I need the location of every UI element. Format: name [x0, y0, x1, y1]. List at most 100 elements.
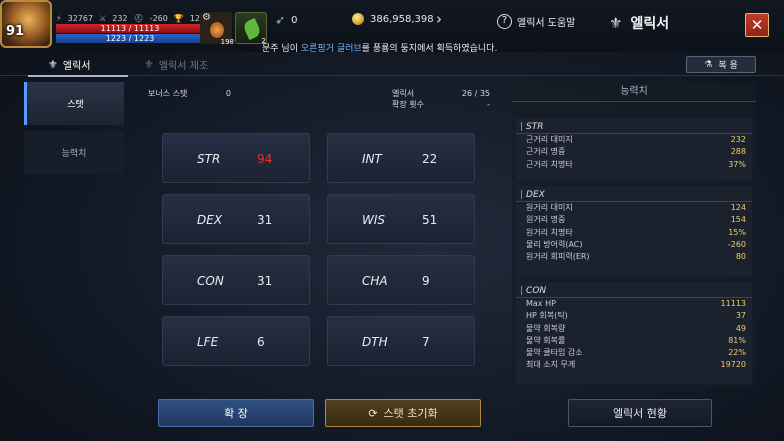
mp-bar: 1223 / 1223: [56, 34, 204, 43]
top-bar: 91 ⚡ 32767 ⚔ 232 ⛑ -260 🏆 12 11113 / 111…: [0, 0, 784, 54]
feather-icon: ➶: [275, 13, 286, 27]
expand-count-value: -: [487, 100, 490, 109]
feather-amount: 0: [291, 14, 298, 26]
notice-item[interactable]: 오른핑거 글러브: [301, 44, 362, 54]
chevron-right-icon[interactable]: ›: [436, 10, 442, 28]
tab-row: ⚜ 엘릭서 ⚜ 엘릭서 제조: [0, 54, 784, 77]
trophy-icon: 🏆: [173, 14, 184, 23]
stat-value: 31: [257, 213, 273, 227]
ability-row: 물리 방어력(AC) -260: [516, 239, 752, 251]
side-nav: 스탯 능력치: [24, 82, 124, 180]
elixir-count: 엘릭서 26 / 35 확장 횟수 -: [392, 88, 490, 110]
ability-value: 37%: [728, 159, 746, 169]
stat-value: 31: [257, 274, 273, 288]
ability-value: 19720: [720, 360, 746, 370]
stat-box-cha[interactable]: CHA 9: [327, 255, 475, 305]
refresh-icon: ⟳: [368, 406, 378, 420]
ability-label: Max HP: [526, 299, 556, 308]
ability-row: 근거리 치명타 37%: [516, 159, 752, 171]
stat-reset-label: 스탯 초기화: [383, 407, 438, 420]
ability-value: 11113: [720, 299, 746, 308]
buff-slot-leaf[interactable]: 2: [235, 12, 267, 45]
gold-currency: 386,958,398: [352, 13, 434, 25]
ability-row: 원거리 치명타 15%: [516, 227, 752, 239]
ability-label: 근거리 치명타: [526, 159, 573, 169]
group-dex: | DEX 원거리 대미지 124 원거리 명중 154 원거리 치명타 15% 물리 …: [516, 186, 752, 276]
stat-box-wis[interactable]: WIS 51: [327, 194, 475, 244]
stat-name: CON: [197, 274, 224, 288]
elixir-tab-icon: ⚜: [48, 58, 58, 71]
stat-value: 94: [257, 152, 273, 166]
active-tab-underline: [28, 75, 128, 77]
ability-value: 37: [735, 311, 746, 321]
ability-row: 물약 회복률 81%: [516, 335, 752, 347]
elixir-help-button[interactable]: ? 엘릭서 도움말: [497, 14, 575, 29]
stat-box-con[interactable]: CON 31: [162, 255, 310, 305]
tab-elixir[interactable]: ⚜ 엘릭서: [48, 57, 90, 72]
ability-label: 최대 소지 무게: [526, 360, 576, 370]
tab-elixir-craft[interactable]: ⚜ 엘릭서 제조: [144, 57, 208, 72]
feather-currency: ➶ 0: [275, 13, 297, 27]
stat-box-str[interactable]: STR 94: [162, 133, 310, 183]
restore-label: 복 용: [718, 61, 738, 71]
hp-bar: 11113 / 11113: [56, 24, 204, 33]
restore-button[interactable]: ⚗ 복 용: [686, 56, 756, 73]
flask-icon: ⚗: [704, 59, 713, 70]
buff-count: 198: [220, 38, 234, 46]
leaf-icon: [241, 17, 263, 41]
stat-name: DEX: [197, 213, 223, 227]
stat-value: 51: [422, 213, 438, 227]
ability-label: HP 회복(틱): [526, 311, 568, 321]
ability-row: 물약 쿨타임 감소 22%: [516, 347, 752, 359]
stat-box-int[interactable]: INT 22: [327, 133, 475, 183]
group-name: STR: [526, 122, 544, 132]
ability-value: 80: [735, 252, 746, 262]
stat-name: WIS: [362, 213, 386, 227]
stat-reset-button[interactable]: ⟳ 스탯 초기화: [325, 399, 481, 427]
ability-row: 원거리 회피력(ER) 80: [516, 251, 752, 263]
elixir-label: 엘릭서: [392, 89, 415, 98]
ability-label: 원거리 대미지: [526, 203, 573, 212]
character-portrait[interactable]: 91: [0, 0, 52, 48]
group-name: CON: [526, 286, 547, 296]
window-title: ⚜ 엘릭서: [609, 13, 669, 33]
sidenav-item-stat[interactable]: 스탯: [24, 82, 124, 125]
gold-coin-icon: [352, 13, 364, 25]
gold-amount: 386,958,398: [370, 13, 434, 25]
bonus-stat: 보너스 스탯 0: [148, 88, 231, 99]
group-marker: |: [520, 122, 524, 132]
expand-button[interactable]: 확 장: [158, 399, 314, 427]
ability-panel: 능력치 | STR 근거리 대미지 232 근거리 명중 288 근거리 치명타 37%…: [512, 82, 756, 387]
stat-box-dex[interactable]: DEX 31: [162, 194, 310, 244]
elixir-status-button[interactable]: 엘릭서 현황: [568, 399, 712, 427]
notice-suffix: 를 풍룡의 둥지에서 획득하였습니다.: [361, 44, 498, 54]
sword-icon: ⚔: [99, 14, 107, 23]
player-level: 91: [6, 24, 25, 39]
ability-row: 근거리 명중 288: [516, 146, 752, 158]
stat-name: CHA: [362, 274, 388, 288]
buff-slot-potion[interactable]: ⚙ 198: [200, 12, 234, 46]
group-marker: |: [520, 190, 524, 200]
bonus-stat-value: 0: [225, 89, 231, 98]
ability-label: 근거리 명중: [526, 147, 566, 157]
tab-elixir-label: 엘릭서: [62, 61, 91, 72]
stat-value: 7: [422, 335, 430, 349]
group-title: | CON: [516, 282, 752, 298]
ability-row: 근거리 대미지 232: [516, 134, 752, 146]
close-button[interactable]: ✕: [745, 13, 769, 37]
ability-label: 물약 회복률: [526, 335, 566, 345]
ability-row: 원거리 명중 154: [516, 214, 752, 226]
ability-value: 49: [735, 323, 746, 333]
player-stats-row: ⚡ 32767 ⚔ 232 ⛑ -260 🏆 12: [56, 14, 200, 23]
stat-name: INT: [362, 152, 382, 166]
sidenav-item-ability[interactable]: 능력치: [24, 131, 124, 174]
player-stat-4: 12: [189, 14, 200, 23]
ability-label: 원거리 치명타: [526, 227, 573, 237]
stat-box-dth[interactable]: DTH 7: [327, 316, 475, 366]
group-marker: |: [520, 286, 524, 296]
stat-box-lfe[interactable]: LFE 6: [162, 316, 310, 366]
ability-value: 22%: [728, 348, 746, 358]
system-notice: 문주 님이 오른핑거 글러브를 풍룡의 둥지에서 획득하였습니다.: [262, 41, 497, 54]
title-text: 엘릭서: [630, 16, 670, 32]
ability-label: 근거리 대미지: [526, 135, 573, 144]
